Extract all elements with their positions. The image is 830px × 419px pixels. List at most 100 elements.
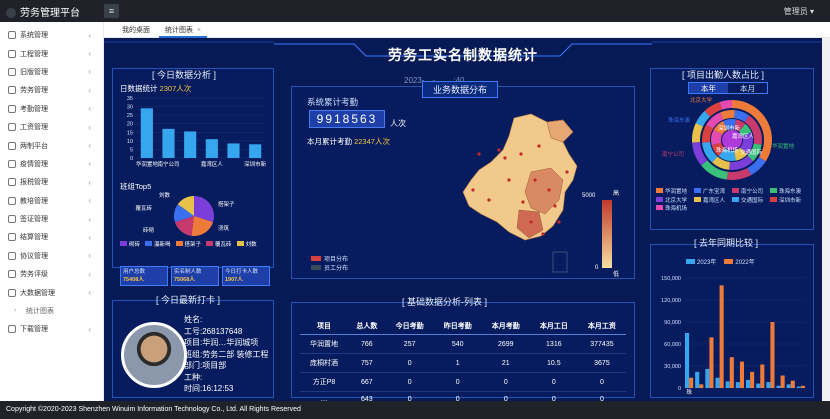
app-logo[interactable]: 劳务管理平台 — [6, 4, 80, 19]
total-attendance-value: 9918563 — [309, 110, 385, 128]
sidebar-item[interactable]: 工资管理 ‹ — [0, 118, 103, 136]
china-map[interactable] — [459, 110, 589, 280]
tab-label: 我的桌面 — [122, 27, 150, 34]
bar — [735, 382, 740, 388]
table-row[interactable]: 庞桐村酒 757 0 1 21 10.5 3675 — [300, 353, 626, 373]
menu-icon — [8, 215, 16, 224]
app-title: 劳务管理平台 — [20, 8, 80, 19]
legend-label: 珠海机场 — [665, 206, 688, 212]
legend-item: 珠海机场 — [656, 205, 694, 214]
menu-toggle-icon[interactable]: ≡ — [104, 4, 119, 18]
bar — [705, 368, 710, 388]
pie-label: 浇筑 — [218, 224, 230, 232]
legend-label: 覆瓦砖 — [215, 242, 232, 248]
bar — [699, 384, 704, 388]
checkin-field: 工号:268137648 — [184, 326, 268, 338]
sidebar-item[interactable]: 协议管理 ‹ — [0, 247, 103, 265]
donut-segment — [695, 110, 711, 127]
table-cell: 757 — [348, 353, 386, 373]
sidebar-item[interactable]: 下载管理 ‹ — [0, 320, 103, 338]
sidebar-item-label: 考勤管理 — [20, 105, 48, 113]
south-sea-inset — [552, 251, 568, 273]
legend-swatch — [770, 188, 777, 193]
sidebar-item[interactable]: 劳务管理 ‹ — [0, 81, 103, 99]
daily-panel-title: [ 今日数据分析 ] — [152, 70, 217, 80]
tab-year[interactable]: 本年 — [689, 83, 728, 93]
sidebar-item[interactable]: 结算管理 ‹ — [0, 228, 103, 246]
bar — [205, 139, 218, 158]
legend-label: 交通国际 — [741, 197, 764, 204]
bar — [685, 333, 690, 388]
bar — [140, 108, 153, 158]
total-attendance-label: 系统累计考勤 — [307, 97, 359, 107]
y-tick-label: 60,000 — [664, 342, 681, 348]
pie-label: 砖砌 — [143, 226, 155, 234]
table-cell: 540 — [433, 334, 482, 354]
sidebar-item[interactable]: 疫情管理 ‹ — [0, 155, 103, 173]
sidebar-item[interactable]: 考勤管理 ‹ — [0, 100, 103, 118]
tab-month[interactable]: 本月 — [728, 83, 767, 93]
attendance-donut-chart: 北京大学珠海东澳南宁公司 华润置地 深圳市新嘉湾区人珠海机场 交通国际 — [662, 96, 795, 180]
dashboard-title: 劳务工实名制数据统计 — [388, 47, 538, 63]
table-header-cell: 项目 — [300, 318, 349, 335]
sidebar-item[interactable]: 系统管理 ‹ — [0, 26, 103, 44]
bar — [695, 371, 700, 388]
sidebar-item-label: 统计图表 — [26, 308, 54, 316]
sidebar-item[interactable]: 旧版管理 ‹ — [0, 63, 103, 81]
bar — [750, 371, 755, 388]
sidebar-item[interactable]: 工程管理 ‹ — [0, 44, 103, 62]
menu-icon — [8, 325, 16, 334]
yoy-title-text: 去年同期比较 — [699, 238, 754, 248]
table-cell: 0 — [481, 372, 530, 392]
bar — [756, 383, 761, 388]
sidebar-item[interactable]: › 统计图表 — [0, 302, 103, 320]
checkin-field-value: 项目部 — [202, 361, 227, 370]
yoy-panel-title: [ 去年同期比较 ] — [694, 238, 759, 248]
user-menu[interactable]: 管理员 ▾ — [784, 6, 814, 17]
stat-label: 实名制人数 — [174, 269, 202, 275]
sidebar-item[interactable]: 教培管理 ‹ — [0, 192, 103, 210]
y-tick-label: 150,000 — [661, 276, 681, 282]
tab-home[interactable]: 我的桌面 — [116, 24, 156, 38]
scrollbar[interactable] — [822, 38, 830, 401]
close-icon[interactable]: × — [197, 27, 201, 34]
bar — [715, 377, 720, 388]
table-row[interactable]: 华润置地 766 257 540 2699 1316 377435 — [300, 334, 626, 354]
checkin-field-label: 姓名: — [184, 315, 203, 324]
donut-label: 嘉湾区人 — [732, 132, 755, 140]
sidebar-item[interactable]: 两制平台 ‹ — [0, 136, 103, 154]
checkin-field-value: 华润…华润城项 — [202, 338, 259, 347]
map-scale-bar — [602, 200, 612, 268]
scale-high: 高 — [613, 191, 620, 197]
pie-label: 搭架子 — [218, 200, 235, 208]
legend-swatch — [732, 196, 739, 202]
business-panel-title: 业务数据分布 — [422, 81, 499, 98]
table-row[interactable]: … 643 0 0 0 0 0 — [300, 391, 626, 401]
chevron-left-icon: ‹ — [88, 177, 91, 187]
checkin-field-label: 工号: — [184, 326, 203, 336]
bar — [746, 379, 751, 388]
sidebar-item[interactable]: 劳务评级 ‹ — [0, 265, 103, 283]
y-tick-label: 20 — [127, 122, 133, 128]
legend-label: 深圳市新 — [779, 197, 802, 204]
sidebar-item[interactable]: 签证管理 ‹ — [0, 210, 103, 228]
sidebar-item[interactable]: 报税管理 ‹ — [0, 173, 103, 191]
bar — [227, 143, 240, 158]
stat-value: 1907人 — [225, 277, 243, 283]
sidebar-item-label: 工资管理 — [20, 124, 48, 132]
scale-min: 0 — [595, 265, 599, 271]
table-header-cell: 本月工日 — [529, 318, 578, 335]
daily-stats: 用户总数 75408人 实名制人数 75068人 今日打卡人数 1907人 — [120, 266, 270, 286]
table-header-row: 项目 总人数 今日考勤 昨日考勤 本月考勤 本月工日 本月工资 — [300, 318, 626, 335]
table-cell: 庞桐村酒 — [300, 353, 349, 373]
checkin-field-label: 时间: — [184, 384, 203, 393]
chevron-left-icon: ‹ — [88, 214, 91, 224]
table-row[interactable]: 方正P8 667 0 0 0 0 0 — [300, 372, 626, 392]
checkin-fields: 姓名: 工号:268137648 项目:华润…华润城项 班组:劳务二部 装修工程 部门:… — [184, 314, 268, 395]
tab-statistics[interactable]: 统计图表 × — [159, 24, 208, 38]
donut-label: 北京大学 — [690, 96, 713, 104]
user-name: 管理员 — [783, 7, 808, 16]
yoy-bar-chart: 0 30,000 60,000 90,000 120,000 150,000 珠 — [661, 276, 806, 396]
sidebar-item[interactable]: 大数据管理 ‹ — [0, 283, 103, 301]
stat-card: 实名制人数 75068人 — [171, 266, 219, 286]
